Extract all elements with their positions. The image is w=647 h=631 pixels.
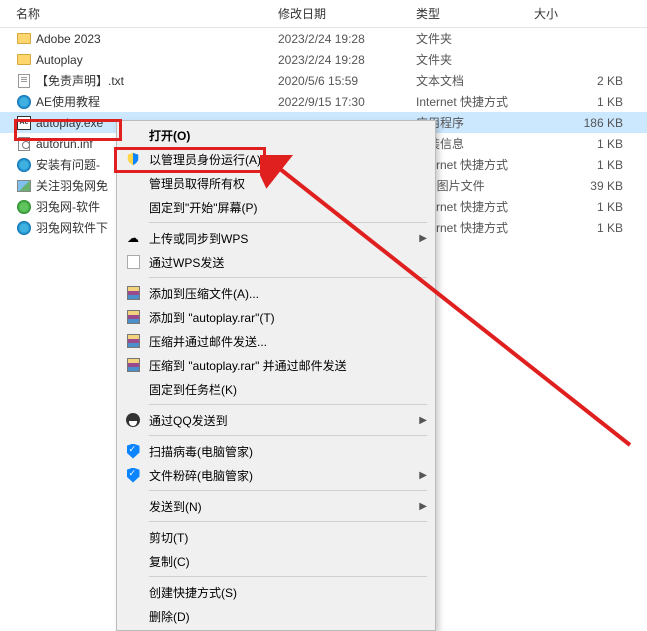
file-name: 【免责声明】.txt xyxy=(36,72,278,89)
menu-shred-file[interactable]: 文件粉碎(电脑管家)▶ xyxy=(117,463,435,487)
archive-icon xyxy=(123,334,143,348)
file-type: Internet 快捷方式 xyxy=(416,93,534,110)
ie-icon xyxy=(16,94,32,110)
ie-icon xyxy=(16,157,32,173)
file-date: 2020/5/6 15:59 xyxy=(278,74,416,88)
menu-compress-rar-email[interactable]: 压缩到 "autoplay.rar" 并通过邮件发送 xyxy=(117,353,435,377)
file-size: 186 KB xyxy=(534,116,647,130)
menu-separator xyxy=(149,576,427,577)
column-date[interactable]: 修改日期 xyxy=(278,5,416,22)
submenu-arrow-icon: ▶ xyxy=(419,501,427,512)
file-date: 2023/2/24 19:28 xyxy=(278,32,416,46)
file-size: 1 KB xyxy=(534,200,647,214)
menu-copy[interactable]: 复制(C) xyxy=(117,549,435,573)
file-name: Adobe 2023 xyxy=(36,32,278,46)
menu-admin-ownership[interactable]: 管理员取得所有权 xyxy=(117,171,435,195)
column-size[interactable]: 大小 xyxy=(534,5,647,22)
menu-separator xyxy=(149,521,427,522)
file-size: 1 KB xyxy=(534,221,647,235)
txt-icon xyxy=(16,73,32,89)
menu-qq-send[interactable]: 通过QQ发送到▶ xyxy=(117,408,435,432)
inf-icon xyxy=(16,136,32,152)
file-size: 1 KB xyxy=(534,95,647,109)
shield-icon xyxy=(123,152,143,166)
file-type: 文件夹 xyxy=(416,51,534,68)
menu-create-shortcut[interactable]: 创建快捷方式(S) xyxy=(117,580,435,604)
ie-icon xyxy=(16,220,32,236)
submenu-arrow-icon: ▶ xyxy=(419,233,427,244)
menu-pin-taskbar[interactable]: 固定到任务栏(K) xyxy=(117,377,435,401)
submenu-arrow-icon: ▶ xyxy=(419,470,427,481)
file-name: Autoplay xyxy=(36,53,278,67)
column-header-row: 名称 修改日期 类型 大小 xyxy=(0,0,647,28)
menu-open[interactable]: 打开(O) xyxy=(117,123,435,147)
menu-add-rar[interactable]: 添加到 "autoplay.rar"(T) xyxy=(117,305,435,329)
menu-scan-virus[interactable]: 扫描病毒(电脑管家) xyxy=(117,439,435,463)
wps-icon xyxy=(123,255,143,269)
file-date: 2023/2/24 19:28 xyxy=(278,53,416,67)
menu-separator xyxy=(149,404,427,405)
shield-check-icon xyxy=(123,444,143,459)
menu-cut[interactable]: 剪切(T) xyxy=(117,525,435,549)
file-row[interactable]: Adobe 20232023/2/24 19:28文件夹 xyxy=(0,28,647,49)
url-icon xyxy=(16,199,32,215)
cloud-upload-icon: ☁ xyxy=(123,231,143,245)
column-type[interactable]: 类型 xyxy=(416,5,534,22)
file-row[interactable]: AE使用教程2022/9/15 17:30Internet 快捷方式1 KB xyxy=(0,91,647,112)
file-size: 1 KB xyxy=(534,137,647,151)
column-name[interactable]: 名称 xyxy=(16,5,278,22)
file-size: 2 KB xyxy=(534,74,647,88)
archive-icon xyxy=(123,286,143,300)
qq-icon xyxy=(123,413,143,427)
file-name: AE使用教程 xyxy=(36,93,278,110)
menu-separator xyxy=(149,222,427,223)
menu-separator xyxy=(149,490,427,491)
shield-check-icon xyxy=(123,468,143,483)
menu-compress-email[interactable]: 压缩并通过邮件发送... xyxy=(117,329,435,353)
archive-icon xyxy=(123,310,143,324)
file-type: 文本文档 xyxy=(416,72,534,89)
menu-delete[interactable]: 删除(D) xyxy=(117,604,435,628)
jpg-icon xyxy=(16,178,32,194)
menu-wps-send[interactable]: 通过WPS发送 xyxy=(117,250,435,274)
file-size: 1 KB xyxy=(534,158,647,172)
menu-add-archive[interactable]: 添加到压缩文件(A)... xyxy=(117,281,435,305)
menu-wps-upload[interactable]: ☁上传或同步到WPS▶ xyxy=(117,226,435,250)
context-menu: 打开(O) 以管理员身份运行(A) 管理员取得所有权 固定到"开始"屏幕(P) … xyxy=(116,120,436,631)
menu-separator xyxy=(149,435,427,436)
archive-icon xyxy=(123,358,143,372)
submenu-arrow-icon: ▶ xyxy=(419,415,427,426)
menu-separator xyxy=(149,277,427,278)
menu-pin-start[interactable]: 固定到"开始"屏幕(P) xyxy=(117,195,435,219)
file-date: 2022/9/15 17:30 xyxy=(278,95,416,109)
file-type: 文件夹 xyxy=(416,30,534,47)
file-row[interactable]: Autoplay2023/2/24 19:28文件夹 xyxy=(0,49,647,70)
folder-icon xyxy=(16,52,32,68)
menu-run-as-admin[interactable]: 以管理员身份运行(A) xyxy=(117,147,435,171)
file-row[interactable]: 【免责声明】.txt2020/5/6 15:59文本文档2 KB xyxy=(0,70,647,91)
menu-send-to[interactable]: 发送到(N)▶ xyxy=(117,494,435,518)
folder-icon xyxy=(16,31,32,47)
adobe-icon: Ae xyxy=(16,115,32,131)
file-size: 39 KB xyxy=(534,179,647,193)
